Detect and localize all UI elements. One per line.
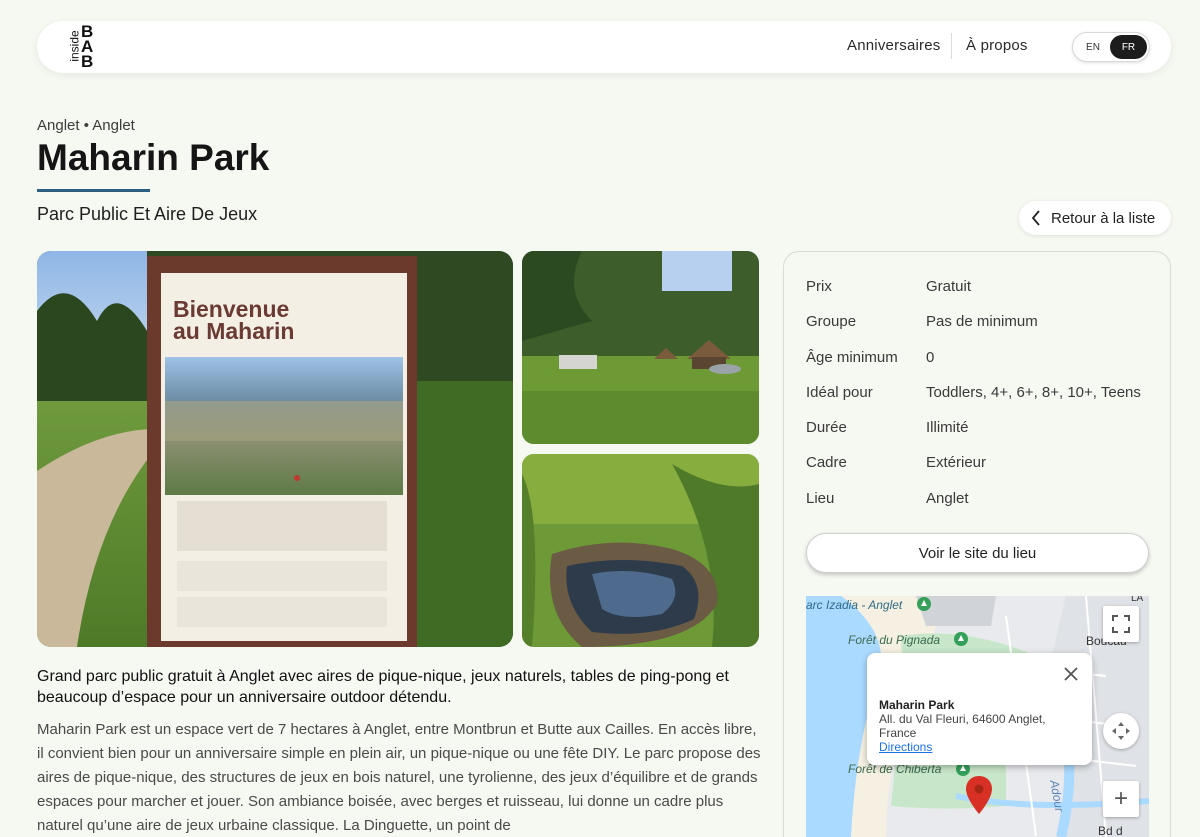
pan-arrows-icon (1112, 722, 1130, 740)
page-title: Maharin Park (37, 137, 270, 178)
info-label-lieu: Lieu (806, 490, 835, 507)
info-label-ideal: Idéal pour (806, 384, 873, 401)
zoom-in-button[interactable]: + (1103, 781, 1139, 817)
description-lead: Grand parc public gratuit à Anglet avec … (37, 668, 729, 706)
info-label-duree: Durée (806, 419, 847, 436)
location-map[interactable]: arc Izadia - Anglet Forêt du Pignada For… (806, 596, 1149, 837)
svg-text:au Maharin: au Maharin (173, 318, 294, 344)
logo-inside-text: inside (67, 30, 82, 62)
breadcrumb: Anglet • Anglet (37, 117, 135, 134)
nav-divider (951, 33, 952, 59)
pan-control-button[interactable] (1103, 713, 1139, 749)
title-underline (37, 189, 150, 192)
info-label-age: Âge minimum (806, 349, 898, 366)
info-value-lieu: Anglet (926, 490, 969, 507)
language-toggle[interactable]: EN FR (1072, 32, 1150, 62)
photo-welcome-sign[interactable]: Bienvenue au Maharin (37, 251, 513, 647)
location-marker-icon[interactable] (966, 776, 992, 814)
photo-stream[interactable] (522, 454, 759, 647)
photo-park-huts[interactable] (522, 251, 759, 444)
info-label-cadre: Cadre (806, 454, 847, 471)
lang-fr-button[interactable]: FR (1110, 35, 1147, 59)
description-body: Maharin Park est un espace vert de 7 hec… (37, 721, 761, 834)
info-value-prix: Gratuit (926, 278, 972, 295)
fullscreen-icon (1112, 615, 1130, 633)
info-label-groupe: Groupe (806, 313, 857, 330)
logo-letter-3: B (81, 52, 94, 71)
map-info-popup: Maharin Park All. du Val Fleuri, 64600 A… (867, 653, 1092, 765)
back-to-list-button[interactable]: Retour à la liste (1019, 201, 1171, 235)
info-value-cadre: Extérieur (926, 454, 987, 471)
info-value-age: 0 (926, 349, 935, 366)
map-label-bd: Bd d (1098, 824, 1123, 837)
map-label-izadia: arc Izadia - Anglet (806, 598, 903, 612)
info-value-groupe: Pas de minimum (926, 313, 1038, 330)
map-label-la: LA (1131, 596, 1144, 604)
welcome-sign-image: Bienvenue au Maharin (37, 251, 513, 647)
back-button-label: Retour à la liste (1051, 209, 1156, 227)
popup-directions-link[interactable]: Directions (879, 740, 932, 754)
park-pin-icon (954, 632, 968, 646)
popup-title: Maharin Park (879, 698, 955, 712)
park-pin-icon (917, 597, 931, 611)
stream-image (522, 454, 759, 647)
fullscreen-button[interactable] (1103, 606, 1139, 642)
close-icon[interactable] (1064, 667, 1078, 681)
site-logo[interactable]: inside B A B (67, 23, 101, 71)
info-value-duree: Illimité (926, 419, 969, 436)
park-huts-image (522, 251, 759, 444)
page-subtitle: Parc Public Et Aire De Jeux (37, 204, 258, 224)
info-label-prix: Prix (806, 278, 832, 295)
info-value-ideal: Toddlers, 4+, 6+, 8+, 10+, Teens (926, 384, 1141, 401)
lang-en-button[interactable]: EN (1075, 35, 1111, 59)
chevron-left-icon (1031, 210, 1040, 226)
nav-link-a-propos[interactable]: À propos (966, 37, 1028, 54)
visit-site-button[interactable]: Voir le site du lieu (806, 533, 1149, 573)
popup-address: All. du Val Fleuri, 64600 Anglet, France (879, 712, 1046, 740)
map-label-pignada: Forêt du Pignada (848, 633, 941, 647)
nav-link-anniversaires[interactable]: Anniversaires (847, 37, 940, 54)
site-header: inside B A B Anniversaires À propos EN F… (37, 21, 1171, 73)
logo-letters: B A B (81, 23, 94, 71)
